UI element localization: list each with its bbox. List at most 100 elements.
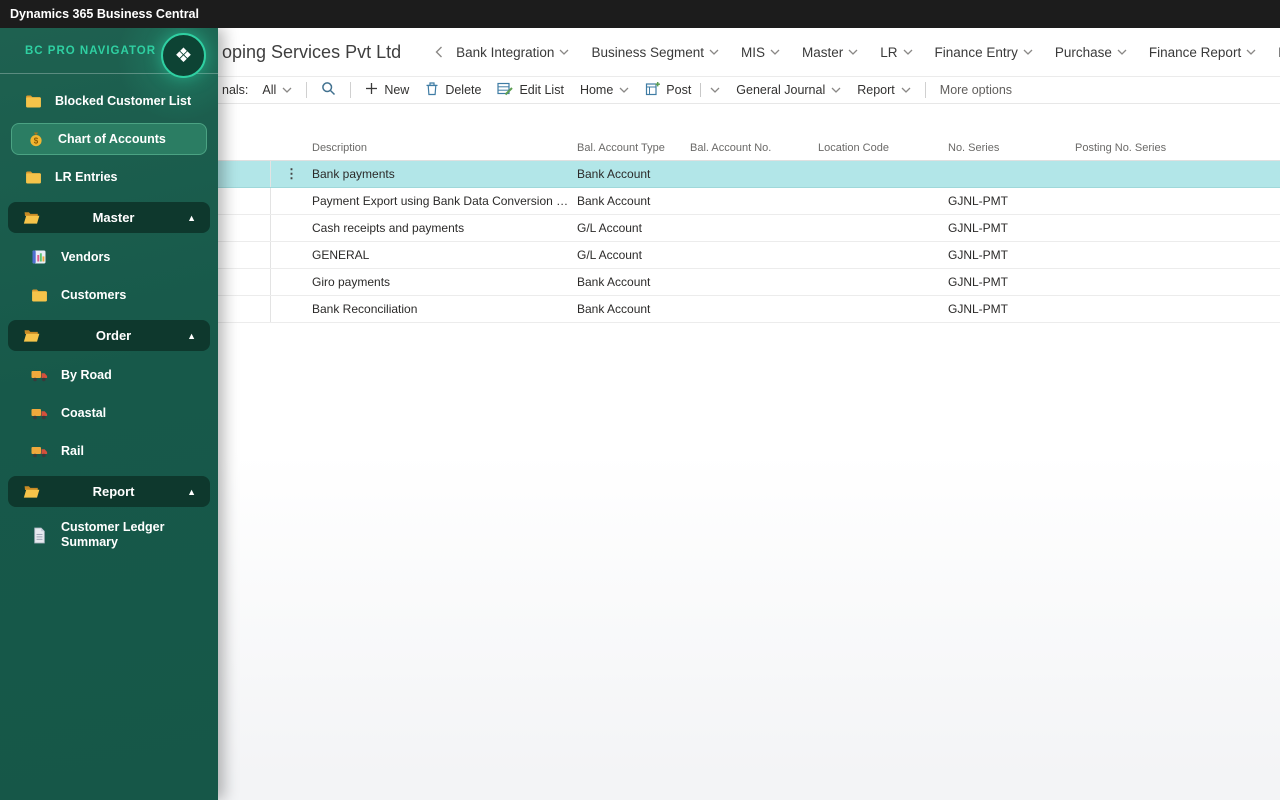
new-button[interactable]: New <box>357 77 417 103</box>
sidebar-item-chart-of-accounts[interactable]: $ Chart of Accounts <box>11 123 207 155</box>
table-header-row: Description Bal. Account Type Bal. Accou… <box>218 135 1280 161</box>
cell-description: Payment Export using Bank Data Conversio… <box>312 194 577 208</box>
app-title-bar: Dynamics 365 Business Central <box>0 0 1280 28</box>
sidebar-item-label: LR Entries <box>55 170 118 184</box>
cell-no-series: GJNL-PMT <box>948 194 1008 208</box>
folder-icon <box>24 94 42 109</box>
column-header-location-code[interactable]: Location Code <box>818 142 948 160</box>
table-row[interactable]: Cash receipts and payments G/L Account G… <box>218 215 1280 242</box>
nav-menu-lr-vouchers[interactable]: LR Vouchers <box>1267 45 1280 60</box>
sidebar-section-report[interactable]: Report ▲ <box>8 476 210 507</box>
divider <box>306 82 308 98</box>
chevron-down-icon <box>1023 49 1033 55</box>
cell-description: Cash receipts and payments <box>312 221 465 235</box>
column-header-posting-no-series[interactable]: Posting No. Series <box>1075 142 1280 160</box>
open-folder-icon <box>22 210 40 225</box>
sidebar-item-label: Blocked Customer List <box>55 94 192 108</box>
edit-list-icon <box>497 81 514 99</box>
document-icon <box>30 527 48 544</box>
nav-menu-label: Finance Report <box>1148 44 1242 60</box>
nav-menu-mis[interactable]: MIS <box>730 45 791 60</box>
sidebar-nav-list: Blocked Customer List $ Chart of Account… <box>0 74 218 558</box>
collapse-caret-icon[interactable]: ▲ <box>187 487 196 497</box>
more-options-label: More options <box>939 83 1013 97</box>
sidebar-item-coastal[interactable]: Coastal <box>0 394 218 432</box>
sidebar-item-label: Rail <box>61 444 84 458</box>
table-row[interactable]: GENERAL G/L Account GJNL-PMT <box>218 242 1280 269</box>
nav-menu-finance-report[interactable]: Finance Report <box>1138 45 1267 60</box>
navigator-logo-button[interactable]: ❖ <box>161 33 206 78</box>
row-selector-cell[interactable] <box>218 296 271 322</box>
table-row[interactable]: Giro payments Bank Account GJNL-PMT <box>218 269 1280 296</box>
delete-button[interactable]: Delete <box>417 77 489 103</box>
row-selector-cell[interactable] <box>218 269 271 295</box>
more-options-button[interactable]: More options <box>932 77 1020 103</box>
column-header-bal-account-no[interactable]: Bal. Account No. <box>690 142 818 160</box>
folder-icon <box>24 170 42 185</box>
delete-button-label: Delete <box>445 83 482 97</box>
sidebar-section-master[interactable]: Master ▲ <box>8 202 210 233</box>
edit-list-button[interactable]: Edit List <box>489 77 571 103</box>
general-journal-menu[interactable]: General Journal <box>728 77 849 103</box>
truck-icon <box>30 444 48 459</box>
sidebar-item-blocked-customer-list[interactable]: Blocked Customer List <box>0 82 218 120</box>
sidebar-item-lr-entries[interactable]: LR Entries <box>0 158 218 196</box>
chevron-down-icon <box>903 49 913 55</box>
sidebar-section-order[interactable]: Order ▲ <box>8 320 210 351</box>
cell-no-series: GJNL-PMT <box>948 275 1008 289</box>
row-selector-cell[interactable] <box>218 161 271 187</box>
row-menu-ellipsis[interactable]: ⋮ <box>271 166 312 182</box>
table-row[interactable]: Payment Export using Bank Data Conversio… <box>218 188 1280 215</box>
post-button[interactable]: Post <box>637 77 728 103</box>
column-header-no-series[interactable]: No. Series <box>948 142 1075 160</box>
truck-icon <box>30 368 48 383</box>
nav-menu-business-segment[interactable]: Business Segment <box>580 45 730 60</box>
cell-no-series: GJNL-PMT <box>948 221 1008 235</box>
column-header-bal-account-type[interactable]: Bal. Account Type <box>577 142 690 160</box>
sidebar-item-by-road[interactable]: By Road <box>0 356 218 394</box>
column-header-description[interactable]: Description <box>312 142 577 160</box>
sidebar-header: BC PRO NAVIGATOR ❖ <box>0 28 218 78</box>
nav-menu-master[interactable]: Master <box>791 45 869 60</box>
row-selector-cell[interactable] <box>218 188 271 214</box>
sidebar-item-label: By Road <box>61 368 112 382</box>
nav-menu-purchase[interactable]: Purchase <box>1044 45 1138 60</box>
chevron-left-icon[interactable] <box>435 46 443 58</box>
ledger-icon <box>30 249 48 265</box>
general-journal-menu-label: General Journal <box>736 83 826 97</box>
journal-batches-table: Description Bal. Account Type Bal. Accou… <box>218 135 1280 323</box>
sidebar-item-rail[interactable]: Rail <box>0 432 218 470</box>
cell-description: Bank Reconciliation <box>312 302 418 316</box>
cell-bal-account-type: Bank Account <box>577 302 651 316</box>
nav-menu-finance-entry[interactable]: Finance Entry <box>924 45 1044 60</box>
sidebar-item-label: Coastal <box>61 406 107 420</box>
chevron-down-icon[interactable] <box>710 87 720 93</box>
nav-menu-label: Finance Entry <box>934 44 1018 60</box>
cell-bal-account-type: G/L Account <box>577 221 642 235</box>
cell-bal-account-type: Bank Account <box>577 167 651 181</box>
report-menu-label: Report <box>857 83 895 97</box>
sidebar-section-label: Report <box>92 484 135 499</box>
nav-menu-bank-integration[interactable]: Bank Integration <box>445 45 580 60</box>
cell-description: GENERAL <box>312 248 370 262</box>
collapse-caret-icon[interactable]: ▲ <box>187 213 196 223</box>
report-menu[interactable]: Report <box>849 77 919 103</box>
row-selector-cell[interactable] <box>218 215 271 241</box>
money-bag-icon: $ <box>27 131 45 147</box>
new-button-label: New <box>384 83 410 97</box>
company-name[interactable]: oping Services Pvt Ltd <box>222 42 401 63</box>
journal-filter-dropdown[interactable]: All <box>254 77 300 103</box>
table-row[interactable]: Bank Reconciliation Bank Account GJNL-PM… <box>218 296 1280 323</box>
sidebar-item-customers[interactable]: Customers <box>0 276 218 314</box>
nav-menu-lr[interactable]: LR <box>869 45 923 60</box>
sidebar-item-vendors[interactable]: Vendors <box>0 238 218 276</box>
chevron-down-icon <box>901 87 911 93</box>
sidebar-item-customer-ledger-summary[interactable]: Customer Ledger Summary <box>0 512 218 558</box>
sidebar-item-label: Customer Ledger Summary <box>61 520 165 549</box>
row-selector-cell[interactable] <box>218 242 271 268</box>
sidebar-section-label: Master <box>92 210 135 225</box>
collapse-caret-icon[interactable]: ▲ <box>187 331 196 341</box>
table-row[interactable]: ⋮ Bank payments Bank Account <box>218 161 1280 188</box>
home-menu[interactable]: Home <box>572 77 637 103</box>
search-button[interactable] <box>313 77 344 103</box>
